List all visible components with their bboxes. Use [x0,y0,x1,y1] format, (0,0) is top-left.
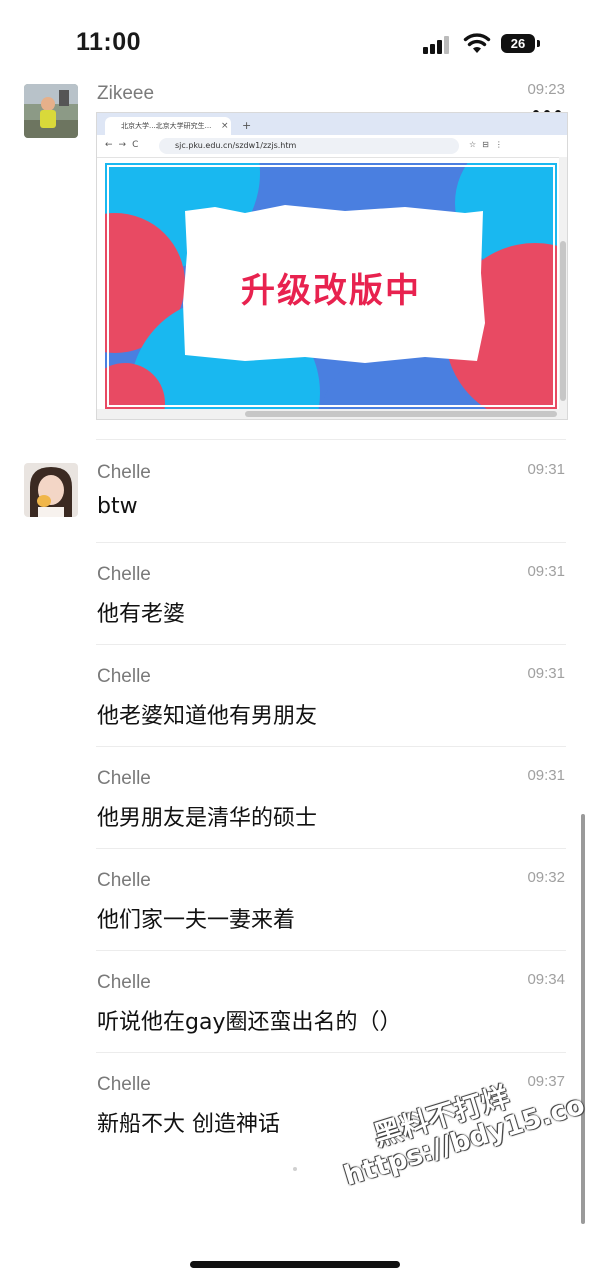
battery-tip [537,40,540,47]
divider [96,439,566,440]
cellular-signal-icon [423,36,453,54]
sender-name: Chelle [97,666,151,687]
browser-tab: 北京大学...北京大学研究生... [105,117,231,135]
scroll-indicator[interactable] [581,814,585,1224]
divider [96,950,566,951]
home-indicator[interactable] [190,1261,400,1268]
nav-arrows-icon: ←→C [105,140,145,150]
message-text[interactable]: 他老婆知道他有男朋友 [97,698,317,730]
avatar-chelle[interactable] [24,463,78,517]
sender-name: Chelle [97,462,151,483]
close-icon: × [221,121,229,131]
watermark: 黑料不打烊 https://bdy15.co [330,1058,589,1214]
sender-name: Zikeee [97,83,155,104]
message-time: 09:31 [527,767,565,784]
banner-text: 升级改版中 [241,271,421,311]
avatar-zikeee-image [24,84,78,138]
message-text[interactable]: 他们家一夫一妻来着 [97,902,295,934]
sender-name: Chelle [97,870,151,891]
browser-toolbar-icon: ☆⊟⋮ [469,140,509,149]
plus-icon: + [242,119,252,132]
divider [96,644,566,645]
status-time: 11:00 [76,28,142,56]
message-time: 09:34 [527,971,565,988]
sender-name: Chelle [97,768,151,789]
message-time: 09:31 [527,563,565,580]
message-text[interactable]: 他有老婆 [97,596,185,628]
message-text[interactable]: 听说他在gay圈还蛮出名的（） [97,1004,401,1036]
status-bar: 11:00 26 [0,0,590,80]
horizontal-scrollbar-thumb [245,411,557,417]
scrollbar-thumb [560,241,566,401]
divider [96,848,566,849]
divider [96,746,566,747]
message-text[interactable]: 新船不大 创造神话 [97,1106,280,1138]
divider [96,1052,566,1053]
loading-dot [293,1167,297,1171]
wifi-icon [463,33,491,53]
message-time: 09:32 [527,869,565,886]
message-text[interactable]: btw [97,494,138,519]
webpage-content: 升级改版中 [105,163,557,409]
message-time: 09:31 [527,665,565,682]
message-text[interactable]: 他男朋友是清华的硕士 [97,800,317,832]
divider [96,542,566,543]
battery-level: 26 [501,34,535,53]
browser-urlbar: ←→C sjc.pku.edu.cn/szdw1/zzjs.htm ☆⊟⋮ [97,135,567,158]
message-time: 09:31 [527,461,565,478]
avatar-chelle-image [24,463,78,517]
image-message[interactable]: 北京大学...北京大学研究生... × + ←→C sjc.pku.edu.cn… [96,112,568,420]
sender-name: Chelle [97,564,151,585]
message-time: 09:23 [527,81,565,98]
browser-tabbar: 北京大学...北京大学研究生... × + [97,113,567,135]
avatar-zikeee[interactable] [24,84,78,138]
url-field: sjc.pku.edu.cn/szdw1/zzjs.htm [159,138,459,154]
sender-name: Chelle [97,972,151,993]
sender-name: Chelle [97,1074,151,1095]
